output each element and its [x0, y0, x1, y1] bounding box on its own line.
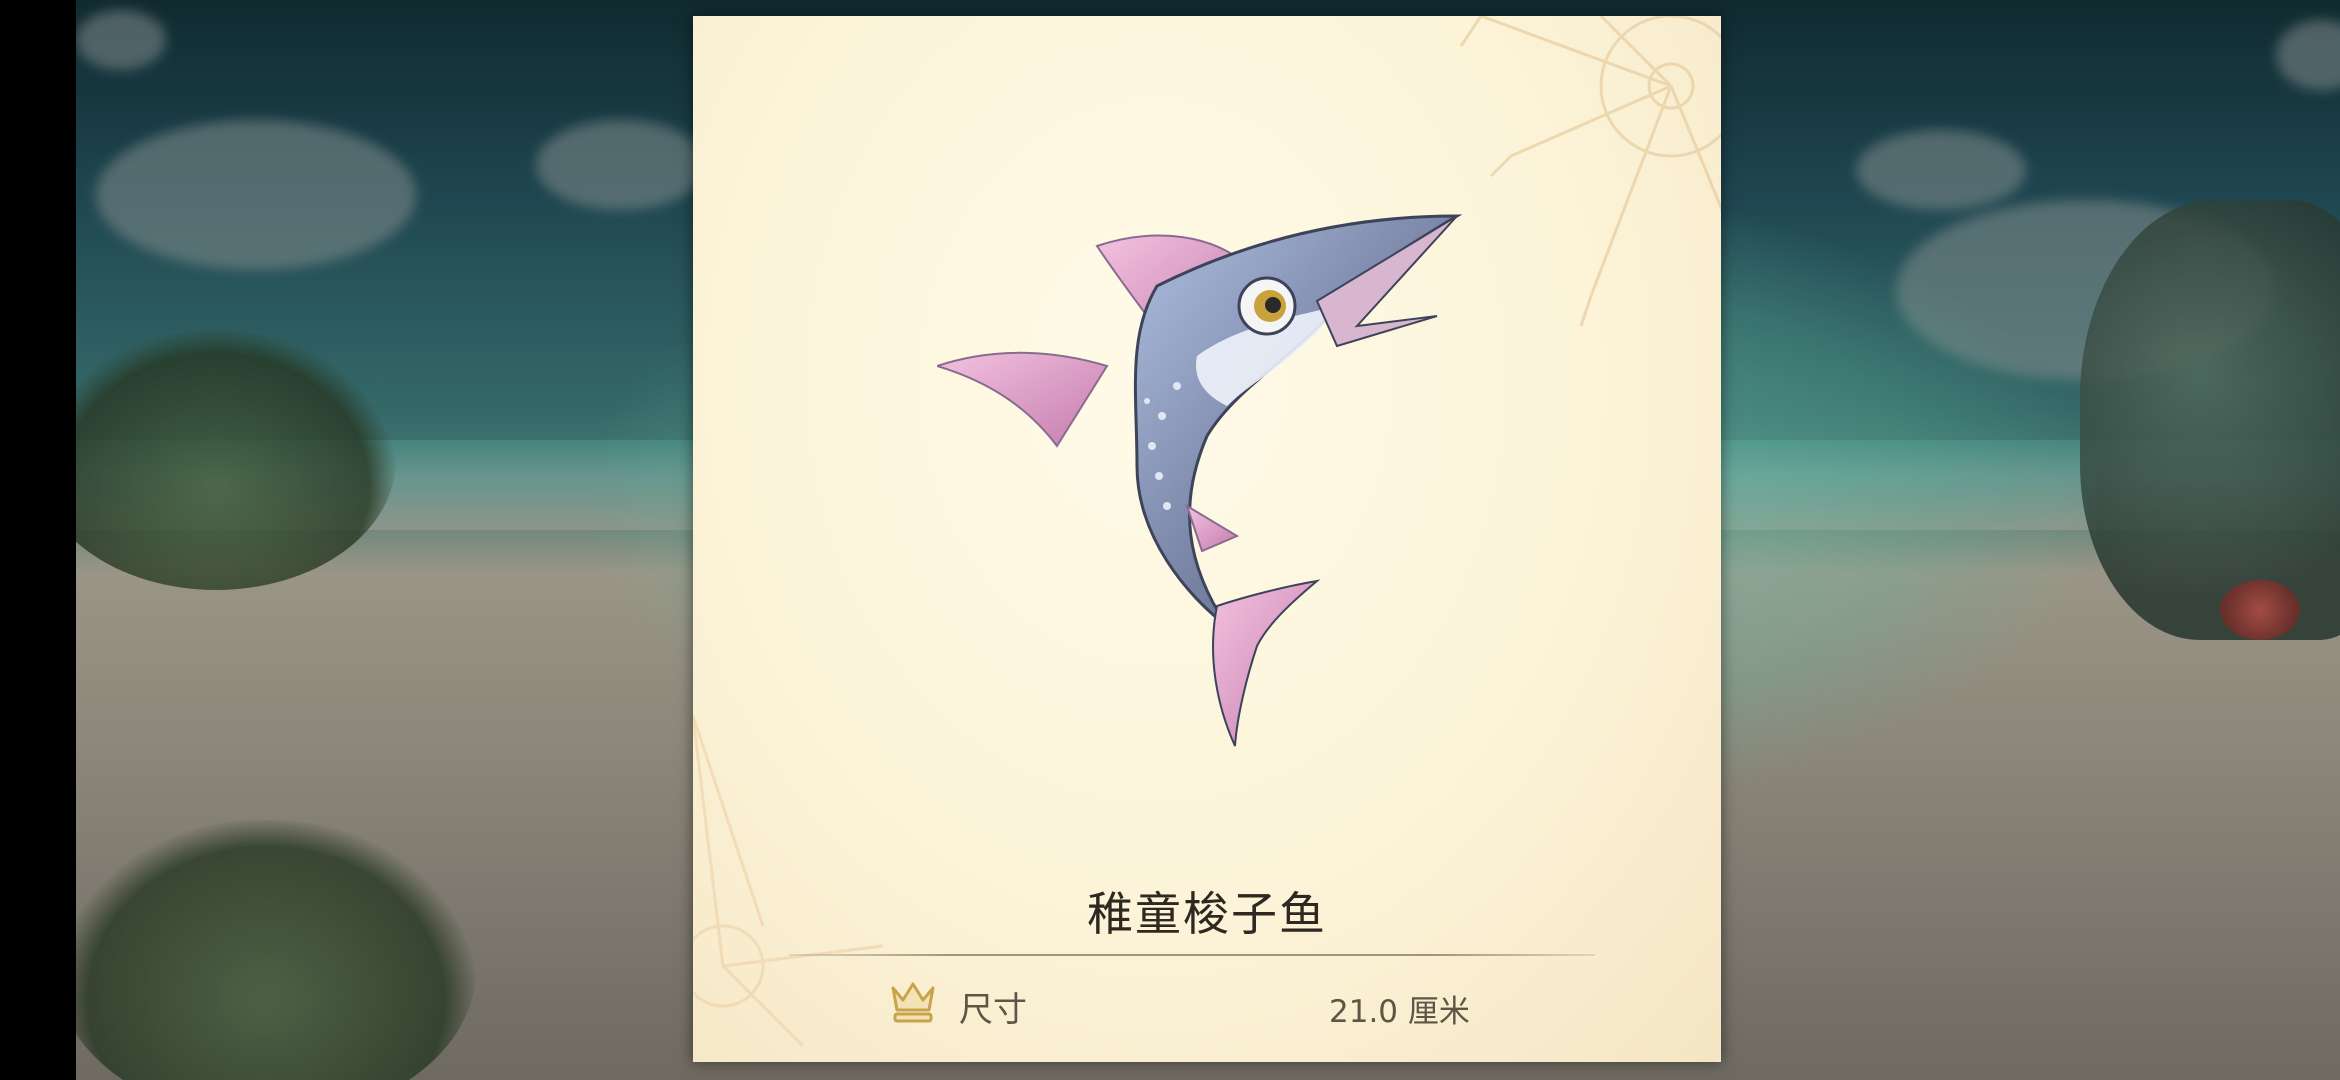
cloud	[2276, 20, 2340, 90]
cloud	[76, 10, 166, 70]
palm-plant	[76, 330, 396, 590]
stat-value: 21.0 厘米	[1329, 994, 1470, 1030]
stat-label: 尺寸	[959, 990, 1027, 1030]
red-flower	[2220, 580, 2300, 640]
fish-name: 稚童梭子鱼	[1087, 887, 1327, 941]
cloud	[536, 120, 706, 210]
cloud	[1856, 130, 2026, 210]
coastal-rock	[2080, 200, 2340, 640]
left-letterbox	[0, 0, 76, 1080]
barracuda-fish-illustration	[937, 214, 1463, 747]
stat-row-size: 尺寸 21.0 厘米	[693, 978, 1721, 1048]
palm-plant	[76, 820, 476, 1080]
cloud	[96, 120, 416, 270]
divider	[789, 954, 1595, 956]
fish-result-card: 稚童梭子鱼 尺寸 21.0 厘米	[693, 16, 1721, 1062]
crown-icon	[891, 982, 935, 1023]
